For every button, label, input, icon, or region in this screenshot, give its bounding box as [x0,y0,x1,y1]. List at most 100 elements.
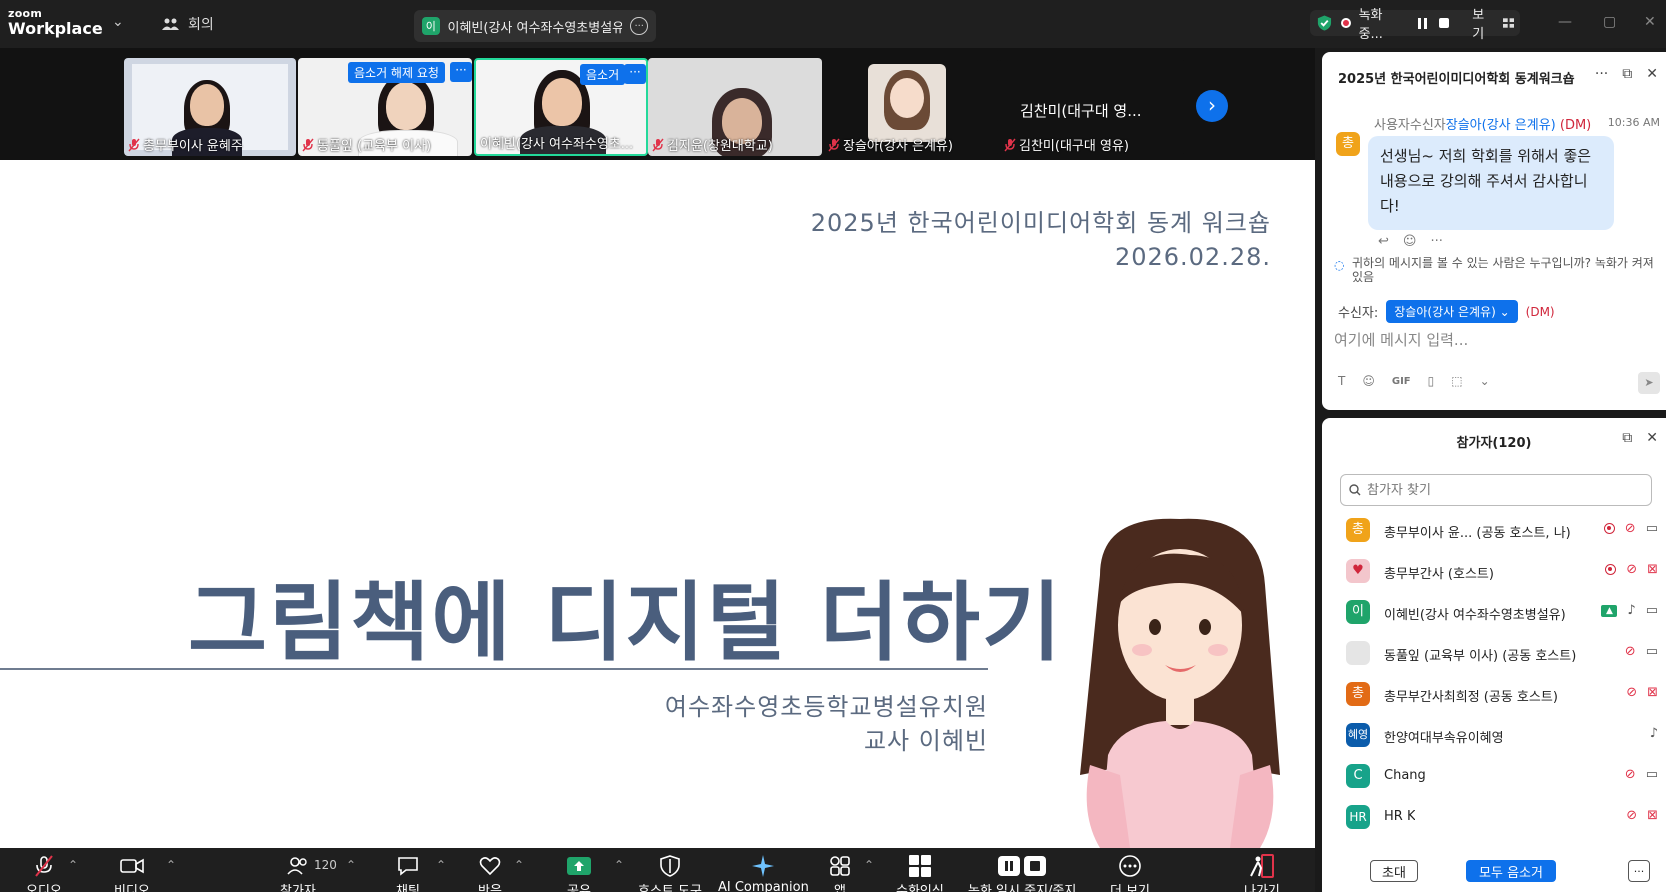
screenshot-icon[interactable]: ⬚ [1451,374,1462,388]
more-button[interactable]: 더 보기 [1110,854,1150,892]
gallery-next-button[interactable]: › [1196,90,1228,122]
leave-button[interactable]: 나가기 [1244,854,1280,892]
participant-row[interactable]: 총 총무부간사최희정 (공동 호스트) ⊘ ⊠ [1322,674,1666,715]
participant-name: 총무부이사 윤... (공동 호스트, 나) [1384,526,1571,541]
video-camera-icon[interactable]: ▭ [1646,767,1658,782]
video-tile-active[interactable]: 음소거 ··· 이혜빈(강사 여수좌수영초... [474,58,648,156]
recipient-label: 수신자: [1338,306,1379,321]
video-tile[interactable]: 김지윤(창원대학교) [648,58,822,156]
video-tile[interactable]: 장슬아(강사 은계유) [824,58,998,156]
mute-all-button[interactable]: 모두 음소거 [1466,860,1556,882]
caret-up-icon[interactable]: ⌃ [68,858,78,872]
pause-icon[interactable] [1416,16,1429,30]
gif-icon[interactable]: GIF [1392,376,1411,387]
more-button[interactable]: ··· [1628,860,1650,882]
video-button[interactable]: 비디오 [114,854,150,892]
share-button[interactable]: 공유 [566,854,592,892]
video-tile[interactable]: 김찬미(대구대 영... 김찬미(대구대 영유) [1000,58,1184,156]
active-speaker-pill[interactable]: 이 이혜빈(강사 여수좌수영초병설유치원) ··· [414,10,656,42]
participant-row[interactable]: 이 이혜빈(강사 여수좌수영초병설유) ▲ ♪ ▭ [1322,592,1666,633]
host-tools-button[interactable]: 호스트 도구 [638,854,702,892]
ai-companion-button[interactable]: AI Companion [718,854,809,892]
participant-search[interactable] [1340,474,1652,506]
minimize-icon[interactable]: — [1558,14,1572,30]
emoji-icon[interactable]: ☺ [1362,374,1375,388]
more-label: 더 보기 [1110,884,1151,892]
send-button[interactable]: ➤ [1638,372,1660,394]
apps-button[interactable]: 앱 [828,854,852,892]
more-icon[interactable]: ··· [1430,234,1442,249]
search-input[interactable] [1367,482,1637,498]
view-button[interactable]: 보기 [1472,4,1495,42]
caret-up-icon[interactable]: ⌃ [514,858,524,872]
more-icon[interactable]: ··· [630,17,648,35]
participants-button[interactable]: 참가자 [280,854,316,892]
video-camera-icon[interactable]: ▭ [1646,644,1658,659]
close-icon[interactable]: ✕ [1646,430,1658,446]
participant-row[interactable]: ♥ 총무부간사 (호스트) ⊘ ⊠ [1322,551,1666,592]
video-tile[interactable]: 총무부이사 윤혜주 [124,58,296,156]
visibility-note[interactable]: ◌ 귀하의 메시지를 볼 수 있는 사람은 누구입니까? 녹화가 켜져 있음 [1334,256,1664,284]
mic-off-icon[interactable]: ⊘ [1625,644,1636,659]
message-bubble: 선생님~ 저희 학회를 위해서 좋은 내용으로 강의해 주셔서 감사합니다! [1368,136,1614,230]
chevron-down-icon[interactable]: ⌄ [112,14,124,30]
profile-picture [868,64,946,142]
caret-up-icon[interactable]: ⌃ [436,858,446,872]
caret-up-icon[interactable]: ⌃ [346,858,356,872]
video-camera-icon[interactable]: ▭ [1646,603,1658,618]
video-camera-icon[interactable]: ▭ [1646,521,1658,536]
unmute-request-badge[interactable]: 음소거 해제 요청 [348,62,445,83]
meeting-tab[interactable]: 회의 [162,14,214,34]
file-icon[interactable]: ▯ [1428,374,1435,388]
reply-icon[interactable]: ↩ [1378,234,1389,249]
chat-button[interactable]: 채팅 [396,854,420,892]
message-sender[interactable]: 장슬아(강사 은계유) [1446,118,1556,133]
mic-off-icon[interactable]: ⊘ [1626,808,1637,823]
zoom-logo[interactable]: zoom Workplace [8,8,103,39]
more-icon[interactable]: ··· [1595,66,1608,82]
tile-more-button[interactable]: ··· [624,64,646,84]
invite-button[interactable]: 초대 [1370,860,1418,882]
audio-button[interactable]: 오디오 [26,854,62,892]
participant-row[interactable]: HR HR K ⊘ ⊠ [1322,797,1666,838]
caret-up-icon[interactable]: ⌃ [864,858,874,872]
caret-up-icon[interactable]: ⌃ [614,858,624,872]
participant-row[interactable]: 동풀잎 (교육부 이사) (공동 호스트) ⊘ ▭ [1322,633,1666,674]
video-off-icon[interactable]: ⊠ [1647,808,1658,823]
maximize-icon[interactable]: ▢ [1603,14,1616,30]
captions-button[interactable]: 수화인식 [896,854,944,892]
mic-icon[interactable]: ♪ [1650,726,1658,741]
message-input[interactable] [1334,328,1634,352]
popout-icon[interactable]: ⧉ [1622,66,1632,82]
tile-more-button[interactable]: ··· [450,62,472,82]
mic-off-icon[interactable]: ⊘ [1625,521,1636,536]
mute-badge[interactable]: 음소거 [580,64,626,85]
recipient-row: 수신자: 장슬아(강사 은계유) ⌄ (DM) [1338,300,1555,323]
mic-off-icon[interactable]: ⊘ [1626,685,1637,700]
video-off-icon[interactable]: ⊠ [1647,685,1658,700]
chevron-down-icon[interactable]: ⌄ [1480,374,1490,388]
recipient-select[interactable]: 장슬아(강사 은계유) ⌄ [1386,300,1518,323]
participant-row[interactable]: 총 총무부이사 윤... (공동 호스트, 나) ⊘ ▭ [1322,510,1666,551]
text-format-icon[interactable]: T [1338,374,1345,388]
recording-status[interactable]: 녹화 중... 보기 [1310,8,1520,42]
close-icon[interactable]: ✕ [1644,14,1656,30]
mic-off-icon[interactable]: ⊘ [1626,562,1637,577]
recording-control-button[interactable]: 녹화 일시 중지/중지 [968,854,1076,892]
mic-icon[interactable]: ♪ [1627,603,1635,618]
participants-label: 참가자 [280,884,316,892]
popout-icon[interactable]: ⧉ [1622,430,1632,446]
participants-icon [287,857,307,875]
emoji-add-icon[interactable]: ☺ [1403,234,1417,249]
mic-off-icon[interactable]: ⊘ [1625,767,1636,782]
video-off-icon[interactable]: ⊠ [1647,562,1658,577]
record-icon [1603,523,1615,534]
mic-off-icon [35,855,53,877]
participant-row[interactable]: C Chang ⊘ ▭ [1322,756,1666,797]
caret-up-icon[interactable]: ⌃ [166,858,176,872]
participant-row[interactable]: 혜영 한양여대부속유이혜영 ♪ [1322,715,1666,756]
react-button[interactable]: 반응 [478,854,502,892]
stop-icon[interactable] [1437,16,1450,30]
close-icon[interactable]: ✕ [1646,66,1658,82]
video-tile[interactable]: 음소거 해제 요청 ··· 동풀잎 (교육부 이사) [298,58,472,156]
